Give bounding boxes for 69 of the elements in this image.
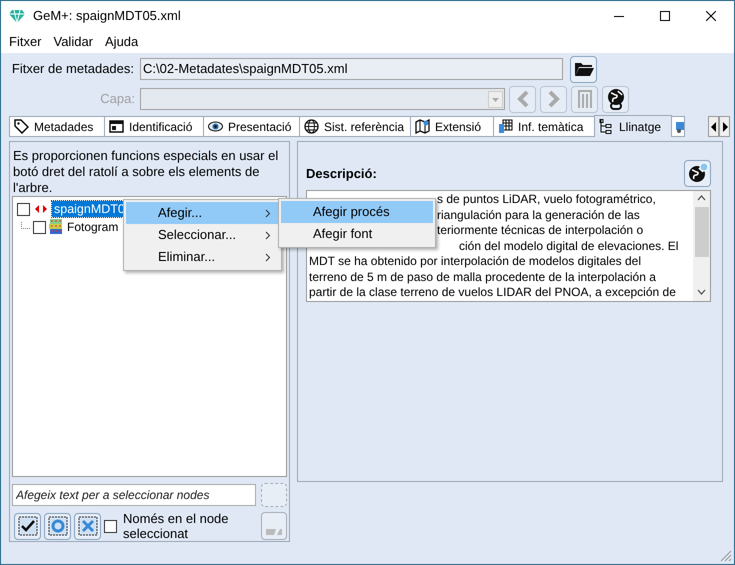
menu-item[interactable]: Eliminar... bbox=[126, 246, 279, 268]
tree-connector-line bbox=[21, 222, 31, 232]
raster-layers-icon bbox=[48, 219, 64, 235]
globe-icon bbox=[304, 119, 319, 134]
checkbox[interactable] bbox=[33, 220, 46, 234]
file-path-field[interactable]: C:\02-Metadates\spaignMDT05.xml bbox=[140, 58, 563, 80]
menu-item[interactable]: Validar bbox=[48, 32, 100, 52]
window-title: GeM+: spaignMDT05.xml bbox=[33, 7, 181, 26]
tab[interactable]: Metadades bbox=[9, 116, 105, 137]
scroll-thumb[interactable] bbox=[694, 207, 708, 257]
tab[interactable]: Sist. referència bbox=[299, 116, 411, 137]
pencil-icon bbox=[266, 528, 282, 536]
menu-item[interactable]: Seleccionar... bbox=[126, 224, 279, 246]
diamond-arrows-icon bbox=[34, 204, 48, 214]
menu-item[interactable]: Afegir procés bbox=[281, 201, 433, 223]
refresh-button[interactable] bbox=[44, 512, 71, 540]
checkbox[interactable] bbox=[17, 202, 30, 216]
eye-icon bbox=[208, 119, 223, 134]
card-icon bbox=[109, 119, 124, 134]
map-icon bbox=[415, 119, 430, 134]
text-line: riangulación para la generación de las bbox=[437, 208, 640, 222]
open-folder-button[interactable] bbox=[570, 56, 597, 82]
text-line: partir de la clase terreno de vuelos LIDAR del PNOA, a excepción de bbox=[309, 285, 676, 299]
tab[interactable] bbox=[671, 116, 685, 137]
close-icon bbox=[706, 11, 716, 21]
tag-icon bbox=[14, 119, 29, 134]
globe-button[interactable] bbox=[684, 160, 711, 186]
tree-icon bbox=[599, 119, 614, 134]
tab[interactable]: Identificació bbox=[104, 116, 204, 137]
field-label: Descripció: bbox=[306, 165, 377, 184]
text-line: terreno de 5 m de paso de malla procedente de la interpolación a bbox=[309, 270, 656, 284]
check-all-button[interactable] bbox=[14, 512, 41, 540]
globe-link-button[interactable] bbox=[602, 86, 629, 112]
field-label: Fitxer de metadades: bbox=[10, 60, 135, 78]
tab[interactable]: Llinatge bbox=[594, 115, 672, 137]
resize-grip-icon bbox=[720, 550, 732, 562]
globe-icon bbox=[686, 162, 708, 184]
tab[interactable]: Presentació bbox=[203, 116, 300, 137]
text-line: s de puntos LiDAR, vuelo fotogramétrico, bbox=[437, 192, 656, 206]
text-line: MDT se ha obtenido por interpolación de modelos digitales del bbox=[309, 254, 641, 268]
checkbox-label: Només en el node seleccionat bbox=[123, 511, 230, 541]
cross-icon bbox=[78, 516, 98, 536]
maximize-icon bbox=[660, 11, 670, 21]
gem-icon bbox=[9, 9, 25, 23]
tab[interactable]: Extensió bbox=[410, 116, 494, 137]
menu-item[interactable]: Fitxer bbox=[3, 32, 48, 52]
tab[interactable]: Inf. temàtica bbox=[493, 116, 595, 137]
menu-item[interactable]: Afegir font bbox=[281, 223, 433, 245]
triangle-left-icon bbox=[709, 120, 718, 134]
field-label: Capa: bbox=[99, 90, 135, 108]
table-icon bbox=[498, 119, 513, 134]
help-text: Es proporcionen funcions especials en usar el botó dret del ratolí a sobre els elements de l'arbre. bbox=[12, 148, 280, 196]
triangle-right-icon bbox=[720, 120, 729, 134]
text-line: teriormente técnicas de interpolación o bbox=[437, 223, 644, 237]
checkbox[interactable] bbox=[104, 520, 117, 532]
menu-item[interactable]: Afegir... bbox=[126, 202, 279, 224]
check-all-icon bbox=[18, 516, 38, 536]
tree-node[interactable]: Fotogram bbox=[66, 218, 120, 236]
chevron-right-icon bbox=[546, 90, 560, 108]
folder-icon bbox=[574, 61, 594, 77]
refresh-icon bbox=[48, 516, 68, 536]
columns-icon bbox=[576, 89, 592, 109]
scroll-right-button[interactable] bbox=[719, 116, 730, 137]
scroll-left-button[interactable] bbox=[708, 116, 719, 137]
menu-item[interactable]: Ajuda bbox=[99, 32, 144, 52]
scrollbar[interactable] bbox=[693, 191, 710, 301]
chevron-left-icon bbox=[516, 90, 530, 108]
uncheck-all-button[interactable] bbox=[74, 512, 101, 540]
text-line: ción del modelo digital de elevaciones. El bbox=[459, 238, 678, 252]
